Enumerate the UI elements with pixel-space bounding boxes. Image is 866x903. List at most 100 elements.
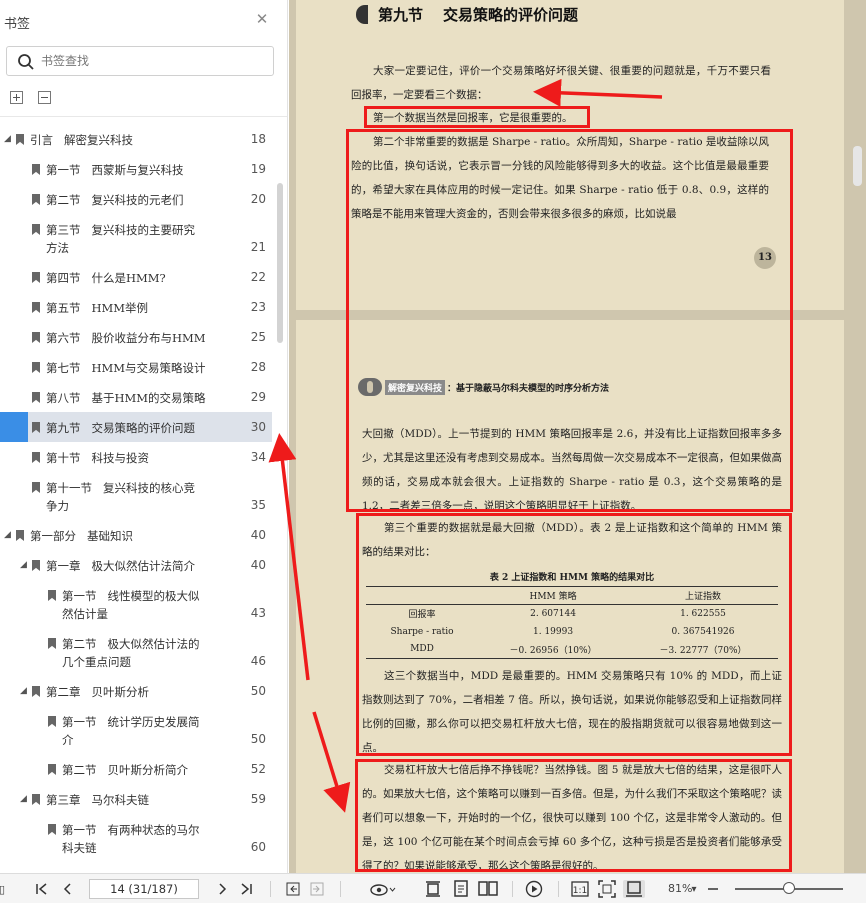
two-page-view-button[interactable] — [477, 880, 499, 898]
bookmark-label: 第一节 有两种状态的马尔 科夫链 — [62, 823, 200, 855]
table-cell: －0. 26956（10%） — [509, 645, 597, 656]
page-number: 13 — [754, 247, 776, 269]
bookmark-item[interactable]: 第五节 HMM举例 23 — [0, 292, 272, 322]
section-marker-icon — [356, 5, 368, 24]
bookmark-page-number: 30 — [250, 420, 266, 434]
document-page: 解密复兴科技 ：基于隐蔽马尔科夫模型的时序分析方法 大回撤（MDD）。上一节提到的… — [296, 320, 844, 873]
active-indicator — [0, 412, 28, 442]
bookmark-label: 第一节 统计学历史发展简 介 — [62, 715, 200, 747]
continuous-view-button[interactable] — [451, 880, 471, 898]
bookmark-icon — [48, 716, 56, 727]
table-header-cell: 上证指数 — [685, 592, 722, 602]
bookmark-item[interactable]: 第四节 什么是HMM? 22 — [0, 262, 272, 292]
bookmark-label: 第七节 HMM与交易策略设计 — [46, 361, 206, 375]
minus-icon — [708, 888, 718, 890]
bookmark-item[interactable]: 第六节 股价收益分布与HMM 25 — [0, 322, 272, 352]
divider — [0, 116, 287, 117]
back-icon — [286, 882, 300, 896]
svg-text:1:1: 1:1 — [573, 886, 587, 896]
bookmark-icon — [32, 392, 40, 403]
bookmark-item[interactable]: 第一节 统计学历史发展简 介 50 — [0, 706, 272, 754]
bookmark-item[interactable]: 第一节 西蒙斯与复兴科技 19 — [0, 154, 272, 184]
bookmark-item[interactable]: 第二节 贝叶斯分析简介 52 — [0, 754, 272, 784]
bookmark-label: 第一部分 基础知识 — [30, 529, 133, 543]
bookmark-icon — [48, 764, 56, 775]
bookmark-icon — [32, 452, 40, 463]
fit-page-button[interactable] — [597, 880, 617, 898]
bookmark-page-number: 60 — [250, 840, 266, 854]
expand-caret-icon[interactable]: ◢ — [4, 134, 11, 144]
bookmark-icon — [32, 272, 40, 283]
previous-page-icon — [63, 883, 71, 895]
bookmark-item[interactable]: 第十节 科技与投资 34 — [0, 442, 272, 472]
table-row: Sharpe - ratio 1. 19993 0. 367541926 — [366, 623, 778, 641]
page-number-input[interactable]: 14 (31/187) — [89, 879, 199, 899]
actual-size-button[interactable]: 1:1 — [570, 880, 590, 898]
paragraph: 这三个数据当中，MDD 是最重要的。HMM 交易策略只有 10% 的 MDD，而… — [362, 670, 782, 754]
bookmark-item[interactable]: ◢ 第一部分 基础知识 40 — [0, 520, 272, 550]
bookmark-icon — [32, 422, 40, 433]
eye-care-mode-button[interactable] — [368, 880, 398, 898]
table-header-cell: HMM 策略 — [529, 592, 577, 602]
bookmark-item[interactable]: 第十一节 复兴科技的核心竞 争力 35 — [0, 472, 272, 520]
zoom-slider-handle[interactable] — [783, 882, 795, 894]
play-button[interactable] — [524, 880, 544, 898]
bookmark-item[interactable]: ◢ 第二章 贝叶斯分析 50 — [0, 676, 272, 706]
table-cell: 2. 607144 — [530, 608, 576, 619]
bookmark-item[interactable]: ◢ 第三章 马尔科夫链 59 — [0, 784, 272, 814]
expand-caret-icon[interactable]: ◢ — [20, 794, 27, 804]
expand-caret-icon[interactable]: ◢ — [4, 530, 11, 540]
next-page-icon — [219, 883, 227, 895]
bookmark-item[interactable]: 第三节 复兴科技的主要研究 方法 21 — [0, 214, 272, 262]
comparison-table: HMM 策略 上证指数 回报率 2. 607144 1. 622555 Shar… — [366, 586, 778, 659]
table-header-cell — [366, 587, 478, 605]
bookmark-item[interactable]: 第七节 HMM与交易策略设计 28 — [0, 352, 272, 382]
bookmark-item[interactable]: ◢ 第一章 极大似然估计法简介 40 — [0, 550, 272, 580]
bottom-toolbar: ▯ 14 (31/187) 1:1 81% ▾ — [0, 873, 866, 903]
bookmark-label: 第十一节 复兴科技的核心竞 争力 — [46, 481, 195, 513]
bookmark-item[interactable]: ◢ 引言 解密复兴科技 18 — [0, 124, 272, 154]
bookmark-item[interactable]: 第一节 线性模型的极大似 然估计量 43 — [0, 580, 272, 628]
collapse-all-icon[interactable] — [38, 91, 51, 104]
expand-all-icon[interactable] — [10, 91, 23, 104]
bookmark-item[interactable]: 第二节 极大似然估计法的 几个重点问题 46 — [0, 628, 272, 676]
sidebar-scrollbar[interactable] — [277, 183, 283, 343]
first-page-icon — [36, 883, 47, 895]
bookmark-page-number: 21 — [250, 240, 266, 254]
table-cell: 回报率 — [408, 610, 436, 621]
bookmark-search-input[interactable] — [41, 51, 261, 71]
first-page-button[interactable] — [34, 880, 50, 898]
close-icon[interactable]: ✕ — [255, 12, 269, 27]
bookmark-item[interactable]: 第一节 有两种状态的马尔 科夫链 60 — [0, 814, 272, 862]
running-header: 解密复兴科技 ：基于隐蔽马尔科夫模型的时序分析方法 — [358, 378, 609, 396]
bookmark-item[interactable]: 第九节 交易策略的评价问题 30 — [0, 412, 272, 442]
bookmark-panel-title: 书签 — [4, 17, 31, 32]
single-page-view-button[interactable] — [423, 880, 443, 898]
document-scrollbar[interactable] — [853, 146, 862, 186]
bookmark-item[interactable]: 第二节 复兴科技的元老们 20 — [0, 184, 272, 214]
document-page-icon — [454, 880, 468, 897]
actual-size-icon: 1:1 — [571, 881, 589, 897]
document-viewer[interactable]: 第九节 交易策略的评价问题 大家一定要记住，评价一个交易策略好坏很关键、很重要的问… — [289, 0, 866, 873]
zoom-out-button[interactable] — [706, 880, 720, 898]
expand-caret-icon[interactable]: ◢ — [20, 560, 27, 570]
bookmark-icon — [32, 482, 40, 493]
bookmark-page-number: 22 — [250, 270, 266, 284]
bookmark-icon — [32, 224, 40, 235]
zoom-dropdown-icon[interactable]: ▾ — [689, 880, 699, 898]
back-button[interactable] — [284, 880, 302, 898]
fit-width-button[interactable] — [623, 880, 645, 898]
bookmark-page-number: 46 — [250, 654, 266, 668]
toolbar-divider — [512, 881, 513, 897]
bookmark-search-box[interactable] — [6, 46, 274, 76]
bookmark-item[interactable]: 第八节 基于HMM的交易策略 29 — [0, 382, 272, 412]
previous-page-button[interactable] — [60, 880, 76, 898]
bookmark-toggle-icon[interactable]: ▯ — [0, 880, 8, 898]
last-page-button[interactable] — [238, 880, 254, 898]
fit-page-icon — [598, 880, 616, 898]
next-page-button[interactable] — [214, 880, 230, 898]
expand-caret-icon[interactable]: ◢ — [20, 686, 27, 696]
bookmark-icon — [32, 794, 40, 805]
table-cell: MDD — [410, 644, 434, 655]
forward-button[interactable] — [308, 880, 326, 898]
